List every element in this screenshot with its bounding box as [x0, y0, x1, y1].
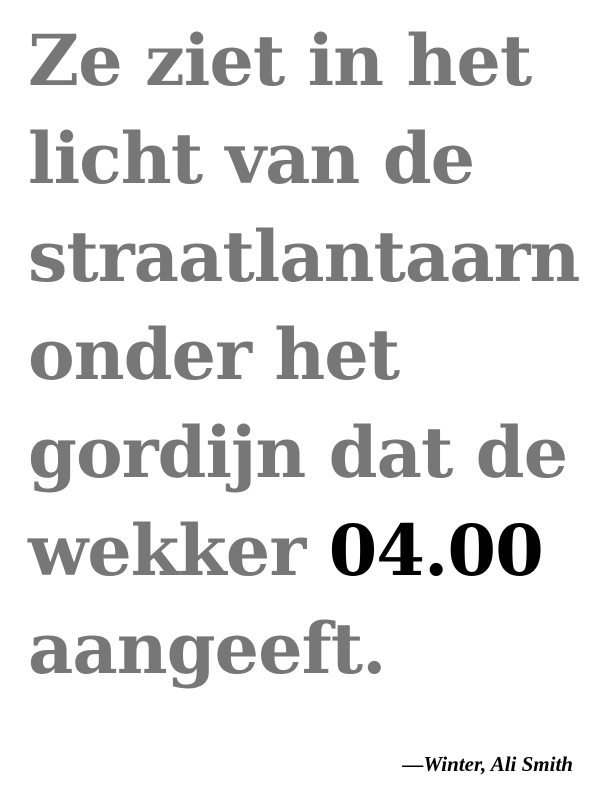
quote-line-6: wekker 04.00	[28, 502, 593, 600]
highlighted-time: 04.00	[328, 509, 544, 592]
attribution: —Winter, Ali Smith	[402, 752, 573, 776]
quote-line-6-text: wekker	[28, 509, 329, 592]
quote-line-7: aangeeft.	[28, 607, 386, 690]
quote-line-1: Ze ziet in het	[28, 19, 532, 102]
quote-line-4: onder het	[28, 313, 400, 396]
quote-line-2: licht van de	[28, 117, 475, 200]
quote-line-5: gordijn dat de	[28, 411, 568, 494]
quote-line-3: straatlantaarn	[28, 215, 580, 298]
quote-text: Ze ziet in het licht van de straatlantaa…	[28, 12, 593, 698]
